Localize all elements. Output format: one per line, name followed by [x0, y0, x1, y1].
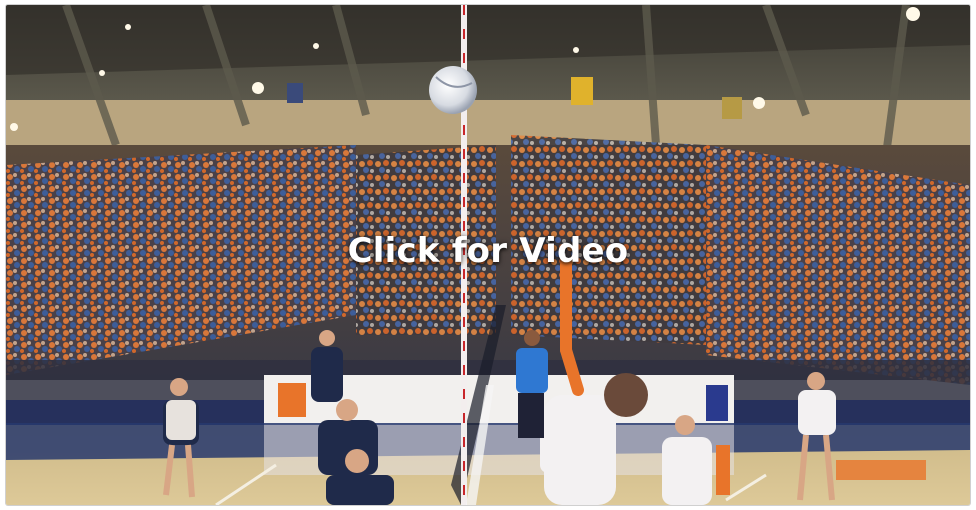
video-thumbnail[interactable]: Click for Video: [6, 5, 970, 505]
gym-scene: [6, 5, 970, 505]
volleyball-icon: [429, 66, 477, 114]
